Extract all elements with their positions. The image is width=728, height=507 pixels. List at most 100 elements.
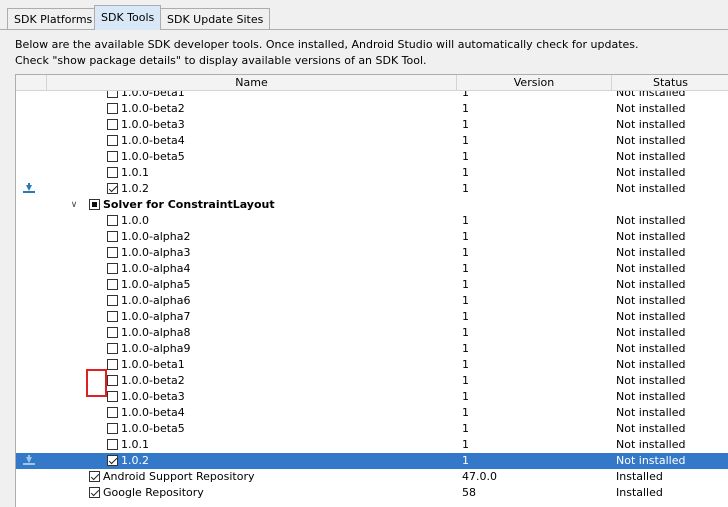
row-name: 1.0.0-beta2 <box>121 102 185 115</box>
row-version: 1 <box>462 422 469 435</box>
table-row[interactable]: 1.0.0-alpha2 1 Not installed <box>16 229 728 245</box>
intro-line-2: Check "show package details" to display … <box>15 54 427 67</box>
row-status: Not installed <box>616 214 686 227</box>
table-row[interactable]: 1.0.0-beta5 1 Not installed <box>16 149 728 165</box>
table-row[interactable]: 1.0.0-beta4 1 Not installed <box>16 133 728 149</box>
row-checkbox[interactable] <box>89 199 100 210</box>
table-row[interactable]: 1.0.0-beta3 1 Not installed <box>16 389 728 405</box>
row-name: 1.0.0-alpha2 <box>121 230 191 243</box>
row-status: Not installed <box>616 454 686 467</box>
row-checkbox[interactable] <box>107 455 118 466</box>
table-row[interactable]: 1.0.0-alpha8 1 Not installed <box>16 325 728 341</box>
tab-bar: SDK Platforms SDK Tools SDK Update Sites <box>0 0 728 30</box>
row-checkbox[interactable] <box>107 231 118 242</box>
row-version: 1 <box>462 454 469 467</box>
row-status: Not installed <box>616 118 686 131</box>
table-row[interactable]: 1.0.0-beta3 1 Not installed <box>16 117 728 133</box>
table-row[interactable]: 1.0.2 1 Not installed <box>16 181 728 197</box>
row-checkbox[interactable] <box>107 91 118 98</box>
row-version: 1 <box>462 214 469 227</box>
row-checkbox[interactable] <box>89 487 100 498</box>
row-checkbox[interactable] <box>107 215 118 226</box>
row-checkbox[interactable] <box>107 391 118 402</box>
row-checkbox[interactable] <box>107 167 118 178</box>
table-row[interactable]: 1.0.0-alpha3 1 Not installed <box>16 245 728 261</box>
row-checkbox[interactable] <box>107 407 118 418</box>
row-checkbox[interactable] <box>107 279 118 290</box>
table-row[interactable]: 1.0.0 1 Not installed <box>16 213 728 229</box>
table-row[interactable]: Google Repository 58 Installed <box>16 485 728 501</box>
table-row[interactable]: 1.0.0-beta1 1 Not installed <box>16 357 728 373</box>
row-status: Not installed <box>616 262 686 275</box>
row-checkbox[interactable] <box>89 471 100 482</box>
row-checkbox[interactable] <box>107 327 118 338</box>
row-version: 58 <box>462 486 476 499</box>
row-status: Not installed <box>616 358 686 371</box>
table-row[interactable]: 1.0.0-alpha5 1 Not installed <box>16 277 728 293</box>
table-row[interactable]: 1.0.0-beta2 1 Not installed <box>16 101 728 117</box>
row-status: Not installed <box>616 166 686 179</box>
table-row[interactable]: 1.0.0-beta1 1 Not installed <box>16 91 728 101</box>
column-header-name[interactable]: Name <box>47 75 457 90</box>
row-version: 1 <box>462 374 469 387</box>
row-checkbox[interactable] <box>107 119 118 130</box>
table-row[interactable]: 1.0.2 1 Not installed <box>16 453 728 469</box>
row-name: 1.0.0-beta1 <box>121 358 185 371</box>
row-checkbox[interactable] <box>107 103 118 114</box>
row-version: 1 <box>462 406 469 419</box>
table-row[interactable]: 1.0.1 1 Not installed <box>16 165 728 181</box>
row-checkbox[interactable] <box>107 151 118 162</box>
row-version: 1 <box>462 278 469 291</box>
row-checkbox[interactable] <box>107 263 118 274</box>
row-version: 1 <box>462 358 469 371</box>
row-name: 1.0.0-alpha8 <box>121 326 191 339</box>
row-version: 1 <box>462 390 469 403</box>
row-status: Not installed <box>616 102 686 115</box>
row-checkbox[interactable] <box>107 135 118 146</box>
row-checkbox[interactable] <box>107 343 118 354</box>
row-checkbox[interactable] <box>107 295 118 306</box>
table-group-row[interactable]: ∨ Solver for ConstraintLayout <box>16 197 728 213</box>
table-row[interactable]: 1.0.0-alpha6 1 Not installed <box>16 293 728 309</box>
row-version: 1 <box>462 246 469 259</box>
column-header-version[interactable]: Version <box>457 75 612 90</box>
table-row[interactable]: 1.0.0-alpha4 1 Not installed <box>16 261 728 277</box>
row-checkbox[interactable] <box>107 375 118 386</box>
row-status: Not installed <box>616 390 686 403</box>
row-version: 1 <box>462 310 469 323</box>
row-name: 1.0.0-alpha4 <box>121 262 191 275</box>
row-checkbox[interactable] <box>107 311 118 322</box>
tab-sdk-platforms[interactable]: SDK Platforms <box>7 8 100 29</box>
row-version: 1 <box>462 326 469 339</box>
row-status: Not installed <box>616 422 686 435</box>
table-body[interactable]: 1.0.0-beta1 1 Not installed 1.0.0-beta2 1 Not… <box>16 91 728 507</box>
tab-sdk-tools[interactable]: SDK Tools <box>94 5 162 30</box>
row-status: Not installed <box>616 310 686 323</box>
row-version: 1 <box>462 342 469 355</box>
row-status: Not installed <box>616 134 686 147</box>
row-version: 47.0.0 <box>462 470 497 483</box>
row-checkbox[interactable] <box>107 423 118 434</box>
row-status: Not installed <box>616 150 686 163</box>
row-status: Not installed <box>616 406 686 419</box>
collapse-chevron-icon[interactable]: ∨ <box>69 197 79 213</box>
intro-text: Below are the available SDK developer to… <box>15 37 639 69</box>
table-row[interactable]: Android Support Repository 47.0.0 Installe… <box>16 469 728 485</box>
tab-sdk-update-sites[interactable]: SDK Update Sites <box>160 8 271 29</box>
row-checkbox[interactable] <box>107 247 118 258</box>
table-row[interactable]: 1.0.0-alpha9 1 Not installed <box>16 341 728 357</box>
row-checkbox[interactable] <box>107 183 118 194</box>
intro-line-1: Below are the available SDK developer to… <box>15 38 639 51</box>
column-header-status[interactable]: Status <box>612 75 728 90</box>
table-row[interactable]: 1.0.0-alpha7 1 Not installed <box>16 309 728 325</box>
table-row[interactable]: 1.0.0-beta5 1 Not installed <box>16 421 728 437</box>
table-row[interactable]: 1.0.0-beta2 1 Not installed <box>16 373 728 389</box>
row-name: 1.0.0-beta1 <box>121 91 185 99</box>
row-checkbox[interactable] <box>107 439 118 450</box>
row-name: 1.0.0-beta5 <box>121 422 185 435</box>
row-name: 1.0.0-alpha7 <box>121 310 191 323</box>
table-row[interactable]: 1.0.0-beta4 1 Not installed <box>16 405 728 421</box>
table-row[interactable]: 1.0.1 1 Not installed <box>16 437 728 453</box>
row-checkbox[interactable] <box>107 359 118 370</box>
header-icon-column <box>16 75 47 90</box>
